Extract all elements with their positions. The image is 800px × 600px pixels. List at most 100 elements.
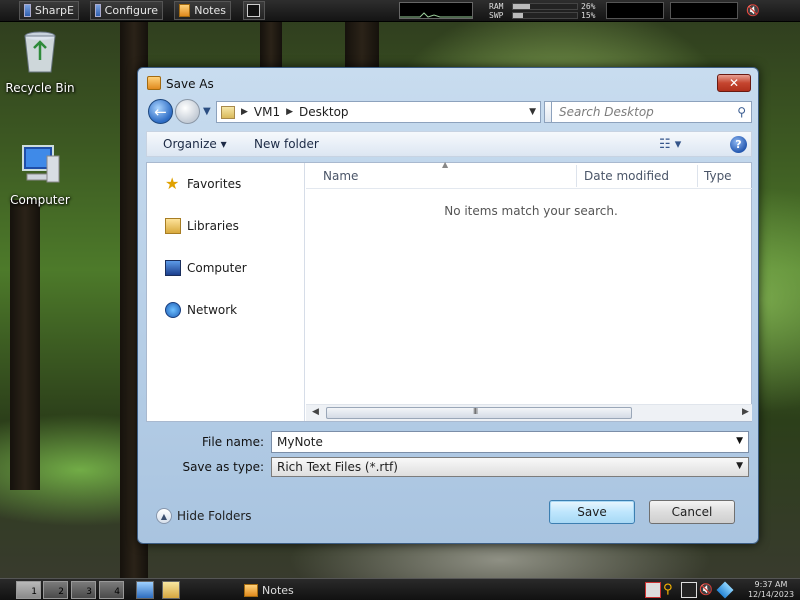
bottom-panel: 1 2 3 4 Notes ⚲ 🔇 9:37 AM 12/14/2023 [0,578,800,600]
breadcrumb-desktop[interactable]: Desktop [299,105,349,119]
forward-button[interactable] [175,99,200,124]
close-button[interactable]: ✕ [717,74,751,92]
column-divider[interactable] [697,165,698,187]
ram-meter-fill [513,4,530,9]
nav-item-computer[interactable]: Computer [165,260,247,276]
taskbar-button-label: SharpE [34,4,74,17]
column-name[interactable]: Name [323,169,358,183]
notes-icon [147,76,161,90]
chevron-right-icon[interactable]: ▶ [286,107,293,117]
taskbar-button-sharpe[interactable]: SharpE [19,1,79,20]
dialog-title: Save As [166,77,214,91]
network-icon [165,302,181,318]
flag-icon[interactable] [645,582,661,598]
file-name-label: File name: [202,435,264,449]
chevron-down-icon: ▼ [736,461,743,471]
scroll-right-icon[interactable]: ▶ [742,407,749,417]
breadcrumb-vm1[interactable]: VM1 [254,105,280,119]
nav-item-favorites[interactable]: ★ Favorites [165,176,241,192]
recycle-bin-icon [24,31,56,73]
view-options-icon[interactable]: ☷ ▾ [659,137,681,152]
desktop-icon-computer[interactable]: Computer [0,142,80,207]
panel-slot [606,2,664,19]
cpu-graph [399,2,473,19]
top-panel: SharpE Configure Notes RAM SWP 26% 15% 🔇 [0,0,800,22]
column-type[interactable]: Type [704,169,732,183]
workspace-2[interactable]: 2 [43,581,68,599]
chevron-down-icon[interactable]: ▼ [736,436,743,446]
taskbar-button-notes[interactable]: Notes [174,1,231,20]
column-divider[interactable] [576,165,577,187]
nav-item-label: Libraries [187,219,239,233]
swp-value: 15% [581,11,596,20]
save-type-select[interactable]: Rich Text Files (*.rtf) ▼ [271,457,749,477]
nav-item-libraries[interactable]: Libraries [165,218,239,234]
taskbar-button-label: Notes [194,4,226,17]
save-button[interactable]: Save [549,500,635,524]
swp-label: SWP [489,11,504,20]
hide-folders-label: Hide Folders [177,509,252,523]
new-folder-button[interactable]: New folder [254,137,319,151]
search-icon[interactable]: ⚲ [663,582,679,598]
panel-slot [670,2,738,19]
taskbar-task-label: Notes [262,583,294,597]
sort-arrow-icon: ▲ [442,160,449,169]
chevron-up-icon: ▲ [156,508,172,524]
chevron-right-icon[interactable]: ▶ [241,107,248,117]
clock[interactable]: 9:37 AM 12/14/2023 [743,580,799,600]
back-button[interactable]: ← [148,99,173,124]
cpu-graph-line [400,12,472,18]
browser-pane: ★ Favorites Libraries Computer Network ▲… [146,160,752,422]
folder-icon [221,105,235,119]
address-bar[interactable]: ▶ VM1 ▶ Desktop ▼ [216,101,541,123]
star-icon: ★ [165,174,180,193]
desktop-icon-label: Recycle Bin [5,81,75,95]
workspace-3[interactable]: 3 [71,581,96,599]
nav-item-label: Computer [187,261,247,275]
app-tray-icon[interactable] [716,581,734,599]
recent-pages-dropdown[interactable]: ▼ [203,106,211,117]
workspace-4[interactable]: 4 [99,581,124,599]
file-list[interactable]: ▲ Name Date modified Type No items match… [306,160,752,421]
chevron-down-icon[interactable]: ▼ [529,107,536,117]
file-name-value: MyNote [277,435,323,449]
dialog-titlebar[interactable]: Save As ✕ [138,68,758,98]
notes-icon [244,583,258,597]
help-icon[interactable]: ? [730,136,747,153]
horizontal-scrollbar[interactable]: ◀ III ▶ [306,404,752,421]
clock-date: 12/14/2023 [747,590,795,599]
scrollbar-thumb[interactable]: III [326,407,632,419]
scroll-left-icon[interactable]: ◀ [312,407,319,417]
ram-meter [512,3,578,10]
desktop-icon-recycle-bin[interactable]: Recycle Bin [0,30,80,95]
hide-folders-toggle[interactable]: ▲ Hide Folders [156,508,252,524]
file-name-input[interactable]: MyNote ▼ [271,431,749,453]
network-tray-icon[interactable] [681,582,697,598]
save-type-value: Rich Text Files (*.rtf) [277,460,398,474]
command-toolbar: Organize ▾ New folder ☷ ▾ ? [146,131,752,157]
nav-item-label: Favorites [187,177,242,191]
organize-menu[interactable]: Organize ▾ [163,137,227,151]
nav-item-label: Network [187,303,238,317]
search-input[interactable]: Search Desktop ⚲ [551,101,752,123]
volume-muted-icon[interactable]: 🔇 [699,582,715,598]
save-as-dialog: Save As ✕ ← ▼ ▶ VM1 ▶ Desktop ▼ ⇆ Search… [137,67,759,544]
ram-label: RAM [489,2,504,11]
swp-meter [512,12,578,19]
terminal-icon [247,4,260,17]
taskbar-task-notes[interactable]: Notes [244,581,294,599]
workspace-1[interactable]: 1 [16,581,41,599]
taskbar-button-configure[interactable]: Configure [90,1,163,20]
column-date-modified[interactable]: Date modified [584,169,669,183]
search-icon[interactable]: ⚲ [737,105,746,119]
terminal-button[interactable] [243,1,265,20]
computer-icon [165,260,181,276]
taskbar-button-label: Configure [104,4,158,17]
empty-message: No items match your search. [444,204,618,218]
quicklaunch-folder-icon[interactable] [162,581,180,599]
quicklaunch-browser-icon[interactable] [136,581,154,599]
system-tray: ⚲ 🔇 [645,581,734,599]
cancel-button[interactable]: Cancel [649,500,735,524]
nav-item-network[interactable]: Network [165,302,237,318]
volume-muted-icon[interactable]: 🔇 [746,4,762,18]
